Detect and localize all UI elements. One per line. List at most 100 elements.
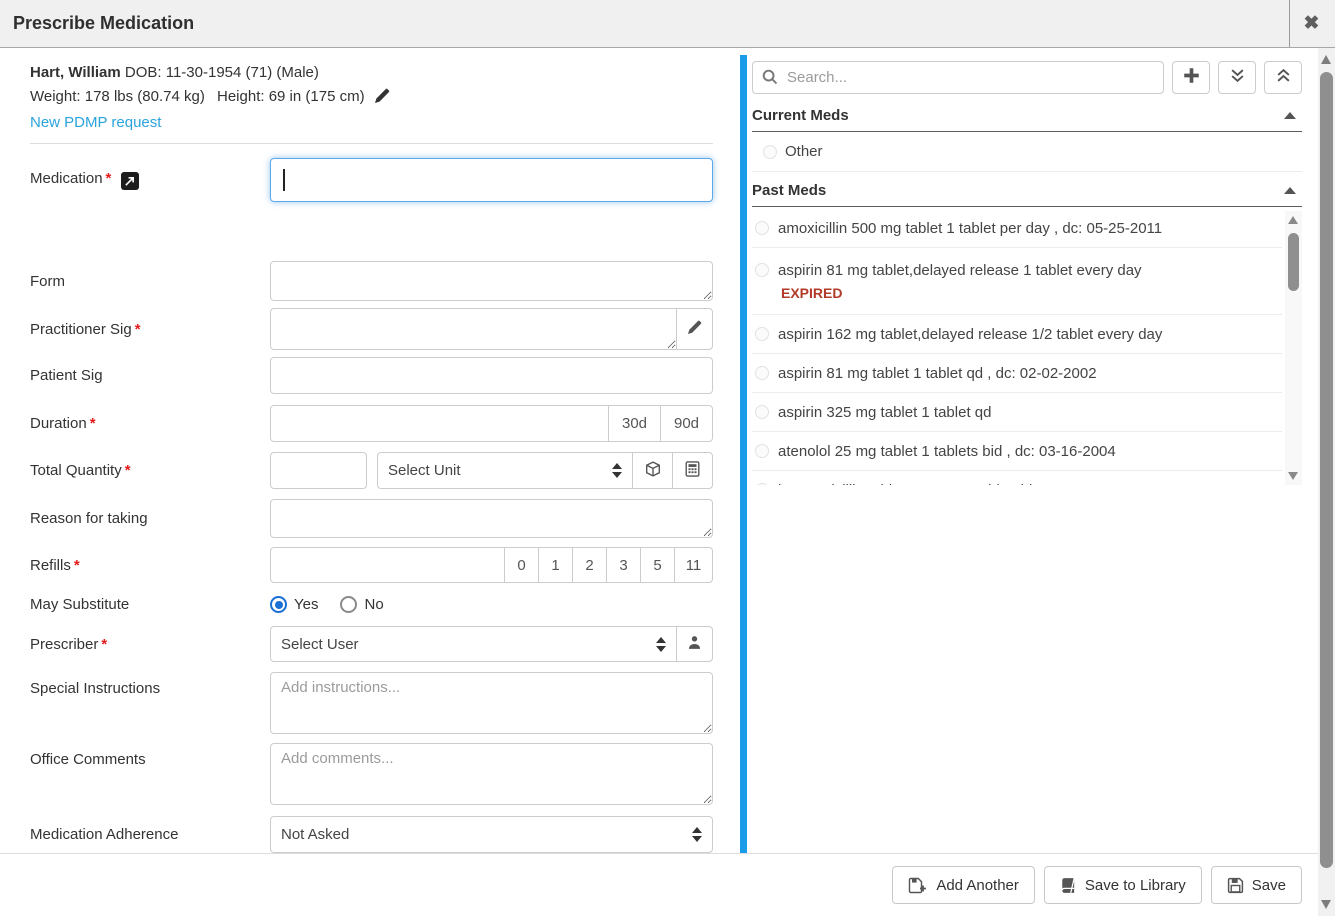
required-asterisk: *	[125, 462, 131, 479]
medication-adherence-select[interactable]: Not Asked	[270, 816, 713, 853]
pencil-icon	[688, 320, 702, 338]
duration-30d-button[interactable]: 30d	[608, 405, 661, 442]
may-substitute-yes-label[interactable]: Yes	[294, 596, 318, 613]
special-instructions-textarea[interactable]	[270, 672, 713, 734]
meds-search-input[interactable]	[752, 61, 1164, 94]
refills-11-button[interactable]: 11	[674, 547, 713, 583]
scroll-down-icon[interactable]	[1288, 472, 1298, 480]
collapse-section-icon	[1284, 112, 1296, 119]
prescriber-user-button[interactable]	[676, 626, 713, 662]
office-comments-textarea[interactable]	[270, 743, 713, 805]
add-med-button[interactable]	[1172, 61, 1210, 94]
scroll-down-icon[interactable]	[1321, 900, 1331, 909]
dialog-title: Prescribe Medication	[0, 13, 194, 34]
close-button[interactable]: ✖	[1289, 0, 1333, 47]
edit-vitals-pencil-icon[interactable]	[375, 90, 390, 107]
med-radio[interactable]	[755, 405, 769, 419]
cube-icon	[645, 461, 661, 481]
scroll-up-icon[interactable]	[1288, 216, 1298, 224]
may-substitute-no-label[interactable]: No	[364, 596, 383, 613]
meds-scrollbar[interactable]	[1285, 211, 1302, 485]
med-list-item[interactable]: aspirin 81 mg tablet 1 tablet qd , dc: 0…	[752, 354, 1282, 393]
may-substitute-yes-radio[interactable]	[270, 596, 287, 613]
patient-weight: Weight: 178 lbs (80.74 kg)	[30, 88, 205, 105]
patient-dob: DOB: 11-30-1954 (71) (Male)	[125, 64, 319, 81]
practitioner-sig-textarea[interactable]	[270, 308, 677, 350]
double-chevron-up-icon	[1276, 68, 1291, 87]
page-scrollbar[interactable]	[1318, 48, 1335, 916]
med-radio[interactable]	[755, 483, 769, 485]
plus-icon	[1183, 67, 1200, 88]
refills-3-button[interactable]: 3	[606, 547, 641, 583]
patient-sig-label: Patient Sig	[30, 367, 270, 384]
med-radio[interactable]	[763, 145, 777, 159]
med-list-item[interactable]: bacampicillin tablet 250 mg 1 tablet tid	[752, 471, 1282, 485]
double-chevron-down-icon	[1230, 68, 1245, 87]
duration-90d-button[interactable]: 90d	[660, 405, 713, 442]
select-caret-icon	[656, 637, 666, 652]
panel-accent-bar	[740, 55, 747, 853]
unit-select[interactable]: Select Unit	[377, 452, 633, 489]
refills-2-button[interactable]: 2	[572, 547, 607, 583]
save-to-library-button[interactable]: Save to Library	[1044, 866, 1202, 904]
refills-1-button[interactable]: 1	[538, 547, 573, 583]
text-cursor	[283, 169, 285, 191]
select-caret-icon	[692, 827, 702, 842]
scrollbar-thumb[interactable]	[1288, 233, 1299, 291]
reason-textarea[interactable]	[270, 499, 713, 538]
med-radio[interactable]	[755, 444, 769, 458]
patient-height: Height: 69 in (175 cm)	[217, 88, 365, 105]
medication-input[interactable]	[270, 158, 713, 202]
select-caret-icon	[612, 463, 622, 478]
current-meds-title: Current Meds	[752, 107, 1284, 124]
collapse-all-button[interactable]	[1264, 61, 1302, 94]
med-list-item[interactable]: aspirin 81 mg tablet,delayed release 1 t…	[752, 248, 1282, 315]
unit-package-button[interactable]	[632, 452, 673, 489]
refills-0-button[interactable]: 0	[504, 547, 539, 583]
total-quantity-input[interactable]	[270, 452, 367, 489]
collapse-section-icon	[1284, 187, 1296, 194]
duration-label: Duration*	[30, 415, 270, 432]
edit-sig-button[interactable]	[676, 308, 713, 350]
save-button[interactable]: Save	[1211, 866, 1302, 904]
duration-input[interactable]	[270, 405, 609, 442]
form-textarea[interactable]	[270, 261, 713, 301]
scroll-up-icon[interactable]	[1321, 55, 1331, 64]
med-list-item[interactable]: atenolol 25 mg tablet 1 tablets bid , dc…	[752, 432, 1282, 471]
new-pdmp-request-link[interactable]: New PDMP request	[30, 111, 161, 135]
med-radio[interactable]	[755, 263, 769, 277]
med-radio[interactable]	[755, 327, 769, 341]
current-meds-header[interactable]: Current Meds	[752, 107, 1302, 132]
refills-input[interactable]	[270, 547, 505, 583]
patient-sig-input[interactable]	[270, 357, 713, 394]
floppy-icon	[1227, 877, 1244, 894]
dialog-footer: Add Another Save to Library Save	[0, 853, 1318, 916]
total-quantity-label: Total Quantity*	[30, 462, 270, 479]
med-radio[interactable]	[755, 221, 769, 235]
add-another-button[interactable]: Add Another	[892, 866, 1035, 904]
patient-name: Hart, William	[30, 64, 121, 81]
required-asterisk: *	[74, 557, 80, 574]
med-list-item[interactable]: aspirin 162 mg tablet,delayed release 1/…	[752, 315, 1282, 354]
required-asterisk: *	[101, 636, 107, 653]
dose-calculator-button[interactable]	[672, 452, 713, 489]
med-radio[interactable]	[755, 366, 769, 380]
dialog-titlebar: Prescribe Medication ✖	[0, 0, 1335, 48]
med-list-item[interactable]: amoxicillin 500 mg tablet 1 tablet per d…	[752, 209, 1282, 248]
refills-label: Refills*	[30, 557, 270, 574]
expand-all-button[interactable]	[1218, 61, 1256, 94]
may-substitute-label: May Substitute	[30, 596, 270, 613]
scrollbar-thumb[interactable]	[1320, 72, 1333, 868]
med-list-item[interactable]: aspirin 325 mg tablet 1 tablet qd	[752, 393, 1282, 432]
expired-badge: EXPIRED	[781, 285, 842, 301]
practitioner-sig-label: Practitioner Sig*	[30, 321, 270, 338]
medication-label: Medication*	[30, 170, 270, 191]
medication-adherence-label: Medication Adherence	[30, 826, 270, 843]
medication-external-link-icon[interactable]	[121, 172, 139, 190]
prescriber-select[interactable]: Select User	[270, 626, 677, 662]
refills-5-button[interactable]: 5	[640, 547, 675, 583]
calculator-icon	[685, 461, 700, 481]
past-meds-header[interactable]: Past Meds	[752, 182, 1302, 207]
current-med-item-other[interactable]: Other	[752, 132, 1302, 172]
may-substitute-no-radio[interactable]	[340, 596, 357, 613]
